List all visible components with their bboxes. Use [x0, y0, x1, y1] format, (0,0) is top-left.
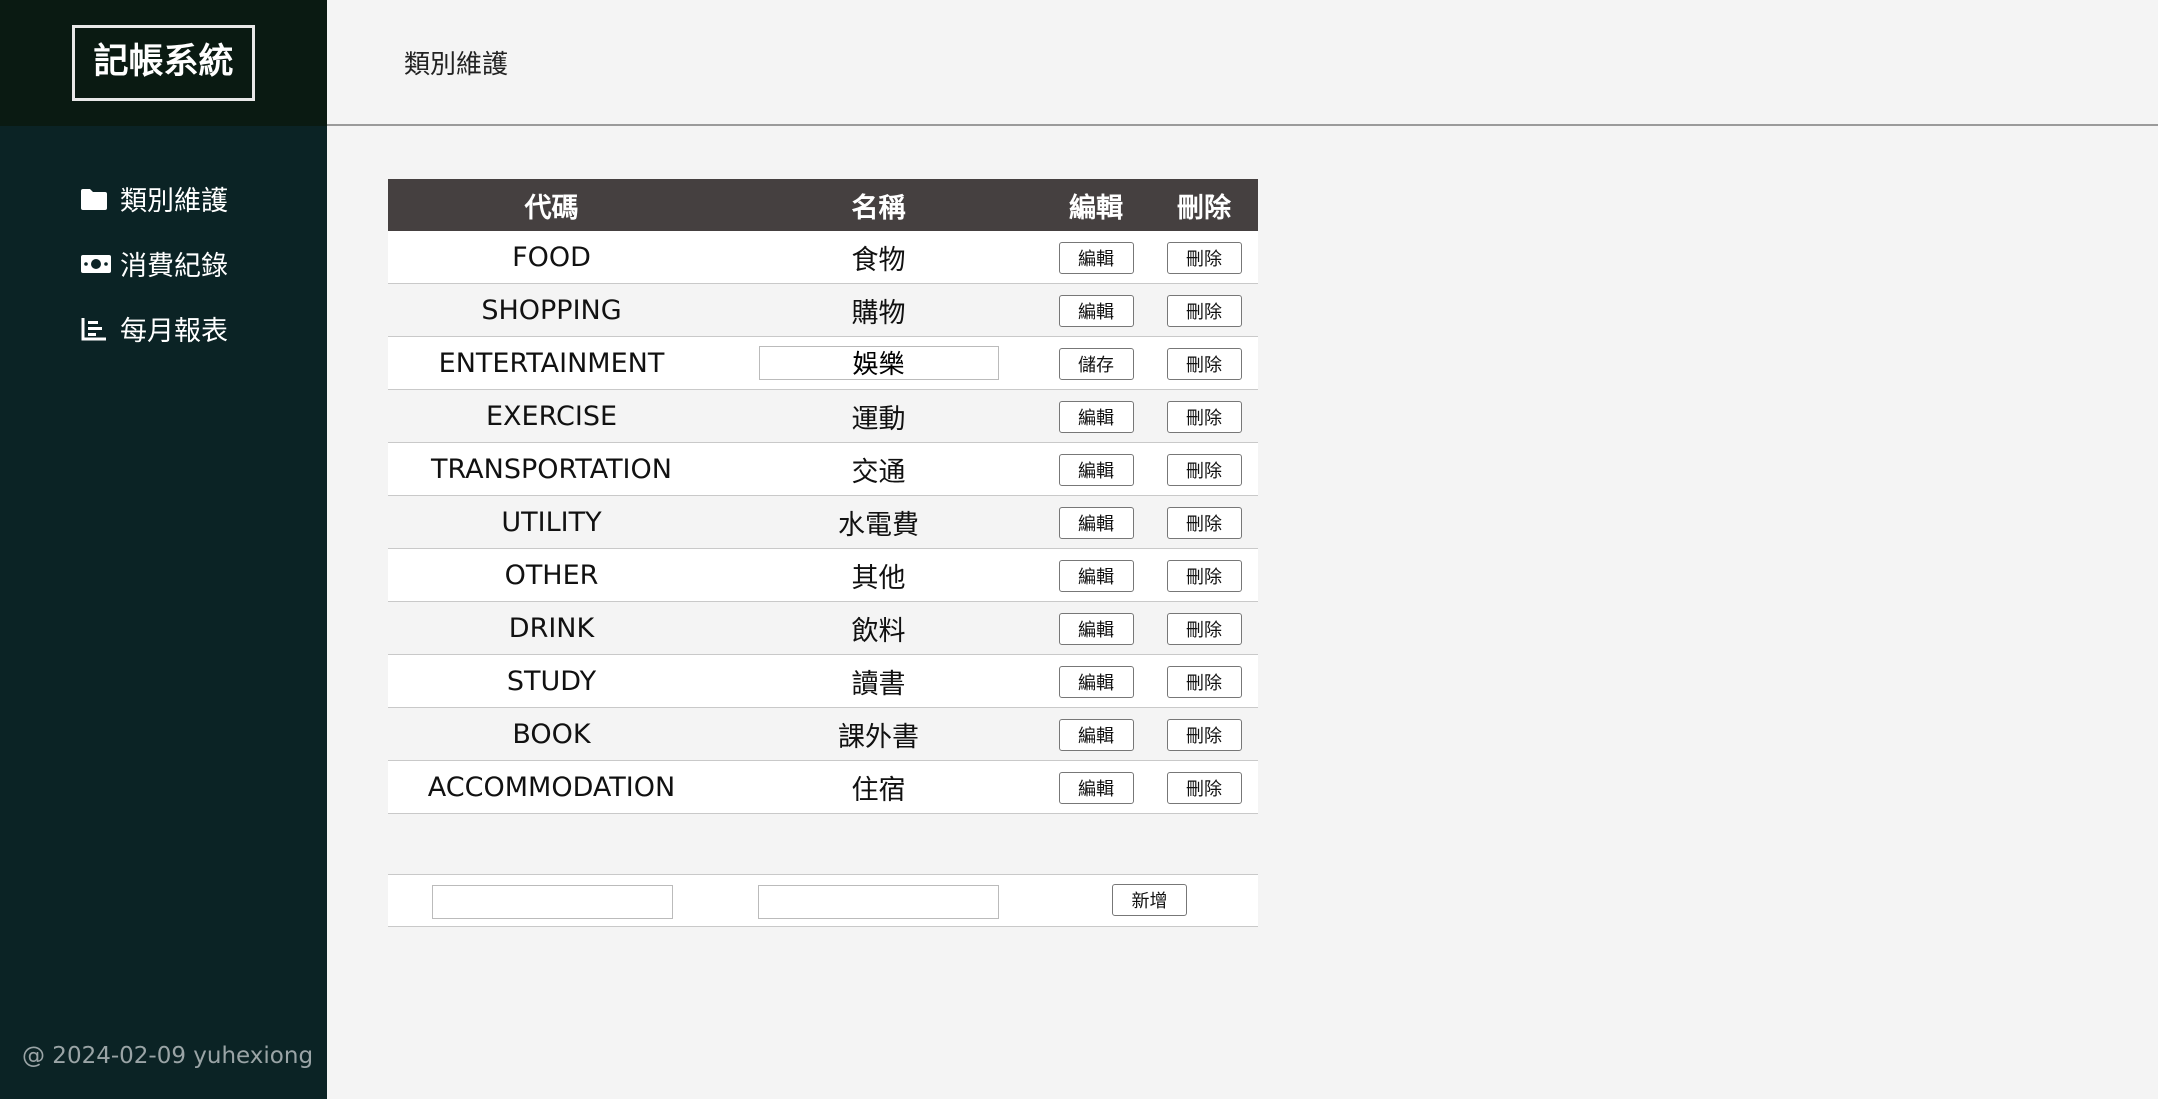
delete-button[interactable]: 刪除 — [1166, 347, 1242, 380]
table-row: TRANSPORTATION 交通 編輯 刪除 — [388, 442, 1258, 496]
add-button[interactable]: 新增 — [1112, 884, 1187, 916]
category-code: OTHER — [388, 548, 715, 602]
edit-button[interactable]: 編輯 — [1058, 718, 1134, 751]
folder-icon — [80, 187, 114, 211]
sidebar: 記帳系統 類別維護 消費紀錄 每月報表 @ 2024-02-09 yuhexio… — [0, 0, 327, 1099]
category-code: UTILITY — [388, 495, 715, 549]
sidebar-item-category[interactable]: 類別維護 — [0, 166, 327, 231]
edit-button[interactable]: 編輯 — [1058, 506, 1134, 539]
category-name: 食物 — [715, 231, 1042, 284]
money-icon — [80, 252, 114, 276]
table-row: OTHER 其他 編輯 刪除 — [388, 548, 1258, 602]
delete-button[interactable]: 刪除 — [1166, 241, 1242, 274]
save-button[interactable]: 儲存 — [1058, 347, 1134, 380]
category-code: TRANSPORTATION — [388, 442, 715, 496]
category-name: 課外書 — [715, 707, 1042, 761]
category-code: STUDY — [388, 654, 715, 708]
delete-button[interactable]: 刪除 — [1166, 559, 1242, 592]
sidebar-item-report[interactable]: 每月報表 — [0, 296, 327, 361]
category-name: 其他 — [715, 548, 1042, 602]
column-header-name: 名稱 — [715, 179, 1042, 231]
delete-button[interactable]: 刪除 — [1166, 506, 1242, 539]
delete-button[interactable]: 刪除 — [1166, 400, 1242, 433]
delete-button[interactable]: 刪除 — [1166, 771, 1242, 804]
edit-button[interactable]: 編輯 — [1058, 665, 1134, 698]
footer-text: @ 2024-02-09 yuhexiong — [22, 1043, 314, 1069]
category-table-wrap: 代碼 名稱 編輯 刪除 FOOD 食物 編輯 刪除 SHOPPING 購物 編輯 — [388, 179, 1258, 814]
table-row: BOOK 課外書 編輯 刪除 — [388, 707, 1258, 761]
category-code: BOOK — [388, 707, 715, 761]
delete-button[interactable]: 刪除 — [1166, 453, 1242, 486]
sidebar-item-label: 類別維護 — [120, 186, 228, 217]
category-table: 代碼 名稱 編輯 刪除 FOOD 食物 編輯 刪除 SHOPPING 購物 編輯 — [388, 179, 1258, 814]
sidebar-nav: 類別維護 消費紀錄 每月報表 — [0, 126, 327, 361]
sidebar-item-expense[interactable]: 消費紀錄 — [0, 231, 327, 296]
bar-chart-icon — [80, 316, 114, 342]
main-content: 類別維護 代碼 名稱 編輯 刪除 FOOD 食物 編輯 刪除 SHOPPING … — [327, 0, 2158, 1099]
table-row: SHOPPING 購物 編輯 刪除 — [388, 283, 1258, 337]
category-code: ENTERTAINMENT — [388, 336, 715, 390]
new-code-input[interactable] — [432, 885, 673, 919]
category-name: 住宿 — [715, 760, 1042, 814]
app-logo[interactable]: 記帳系統 — [72, 25, 255, 101]
edit-button[interactable]: 編輯 — [1058, 612, 1134, 645]
category-name: 飲料 — [715, 601, 1042, 655]
edit-button[interactable]: 編輯 — [1058, 241, 1134, 274]
table-row-editing: ENTERTAINMENT 儲存 刪除 — [388, 336, 1258, 390]
category-name-input[interactable] — [758, 345, 999, 380]
edit-button[interactable]: 編輯 — [1058, 294, 1134, 327]
new-name-input[interactable] — [758, 885, 999, 919]
category-name: 購物 — [715, 283, 1042, 337]
top-bar: 類別維護 — [327, 0, 2158, 126]
category-code: FOOD — [388, 231, 715, 284]
column-header-delete: 刪除 — [1150, 179, 1258, 231]
category-code: DRINK — [388, 601, 715, 655]
table-row: EXERCISE 運動 編輯 刪除 — [388, 389, 1258, 443]
edit-button[interactable]: 編輯 — [1058, 771, 1134, 804]
table-row: DRINK 飲料 編輯 刪除 — [388, 601, 1258, 655]
delete-button[interactable]: 刪除 — [1166, 665, 1242, 698]
edit-button[interactable]: 編輯 — [1058, 559, 1134, 592]
delete-button[interactable]: 刪除 — [1166, 612, 1242, 645]
sidebar-item-label: 每月報表 — [120, 316, 228, 347]
delete-button[interactable]: 刪除 — [1166, 294, 1242, 327]
brand-area: 記帳系統 — [0, 0, 327, 126]
category-name: 讀書 — [715, 654, 1042, 708]
delete-button[interactable]: 刪除 — [1166, 718, 1242, 751]
table-row: ACCOMMODATION 住宿 編輯 刪除 — [388, 760, 1258, 814]
column-header-code: 代碼 — [388, 179, 715, 231]
table-header-row: 代碼 名稱 編輯 刪除 — [388, 179, 1258, 231]
table-row: UTILITY 水電費 編輯 刪除 — [388, 495, 1258, 549]
page-title: 類別維護 — [404, 49, 509, 80]
add-category-row: 新增 — [388, 874, 1258, 927]
table-row: FOOD 食物 編輯 刪除 — [388, 231, 1258, 284]
edit-button[interactable]: 編輯 — [1058, 453, 1134, 486]
table-row: STUDY 讀書 編輯 刪除 — [388, 654, 1258, 708]
category-name: 水電費 — [715, 495, 1042, 549]
sidebar-item-label: 消費紀錄 — [120, 251, 228, 282]
category-code: EXERCISE — [388, 389, 715, 443]
column-header-edit: 編輯 — [1042, 179, 1150, 231]
edit-button[interactable]: 編輯 — [1058, 400, 1134, 433]
category-name: 運動 — [715, 389, 1042, 443]
category-name: 交通 — [715, 442, 1042, 496]
category-code: ACCOMMODATION — [388, 760, 715, 814]
category-code: SHOPPING — [388, 283, 715, 337]
